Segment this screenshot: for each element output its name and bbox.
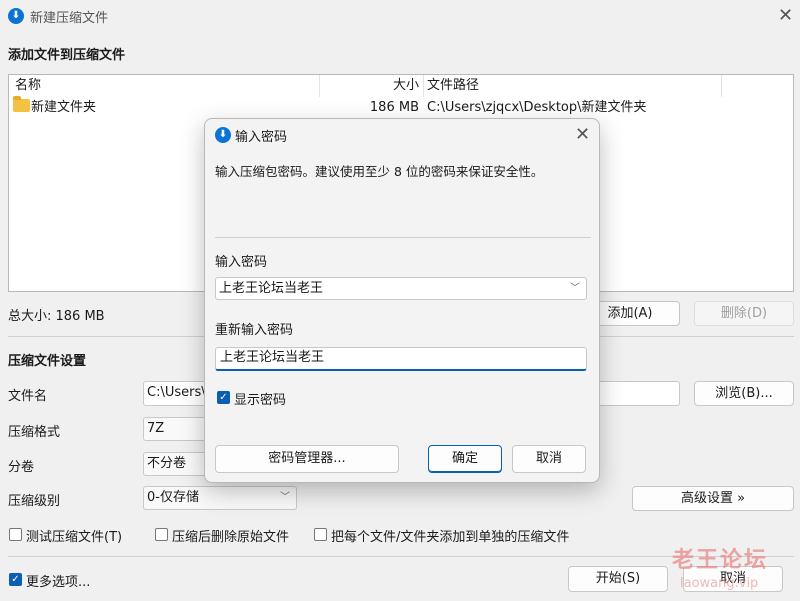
dialog-description: 输入压缩包密码。建议使用至少 8 位的密码来保证安全性。 [215, 164, 544, 179]
chevron-down-icon[interactable]: ﹀ [570, 278, 580, 299]
file-name: 新建文件夹 [31, 100, 97, 115]
level-value: 0-仅存储 [147, 490, 199, 505]
column-separator [423, 75, 424, 97]
column-header-name[interactable]: 名称 [15, 75, 41, 97]
level-label: 压缩级别 [8, 494, 61, 509]
confirm-password-label: 重新输入密码 [215, 323, 294, 338]
filename-label: 文件名 [8, 389, 48, 404]
test-archive-label[interactable]: 测试压缩文件(T) [26, 526, 122, 545]
column-header-path[interactable]: 文件路径 [427, 75, 479, 97]
files-section-title: 添加文件到压缩文件 [8, 48, 126, 63]
password-value: 上老王论坛当老王 [219, 281, 324, 296]
total-size: 总大小: 186 MB [8, 309, 105, 324]
check-icon: ✓ [219, 392, 228, 403]
password-input[interactable]: 上老王论坛当老王 ﹀ [215, 277, 587, 300]
delete-button[interactable]: 删除(D) [694, 301, 794, 326]
file-size: 186 MB [369, 100, 419, 115]
show-password-checkbox[interactable]: ✓ [217, 391, 230, 404]
title-bar: ⬇ 新建压缩文件 ✕ [0, 0, 800, 32]
password-dialog: ⬇ 输入密码 ✕ 输入压缩包密码。建议使用至少 8 位的密码来保证安全性。 输入… [204, 118, 600, 483]
test-archive-checkbox[interactable] [9, 528, 22, 541]
password-manager-button[interactable]: 密码管理器... [215, 445, 399, 473]
format-value: 7Z [147, 421, 165, 436]
chevron-down-icon: ﹀ [280, 492, 290, 503]
dialog-title: 输入密码 [235, 130, 288, 145]
delete-after-label[interactable]: 压缩后删除原始文件 [172, 526, 289, 545]
settings-section-title: 压缩文件设置 [8, 354, 87, 369]
advanced-settings-button[interactable]: 高级设置 » [632, 486, 794, 511]
format-label: 压缩格式 [8, 425, 61, 440]
check-icon: ✓ [11, 574, 20, 585]
watermark-url: laowang.vip [680, 576, 759, 591]
divider [215, 237, 591, 238]
confirm-password-input[interactable]: 上老王论坛当老王 [215, 347, 587, 371]
level-select[interactable]: 0-仅存储 ﹀ [143, 486, 297, 510]
more-options-checkbox[interactable]: ✓ [9, 573, 22, 586]
dialog-cancel-button[interactable]: 取消 [512, 445, 586, 473]
column-header-size[interactable]: 大小 [349, 75, 419, 97]
app-logo-icon: ⬇ [215, 127, 231, 143]
browse-button[interactable]: 浏览(B)... [694, 381, 794, 406]
separate-archives-checkbox[interactable] [314, 528, 327, 541]
start-button[interactable]: 开始(S) [568, 566, 668, 592]
close-icon[interactable]: ✕ [778, 7, 793, 25]
show-password-label[interactable]: 显示密码 [234, 389, 286, 408]
column-separator [319, 75, 320, 97]
table-row[interactable]: 新建文件夹 [13, 96, 97, 119]
delete-after-checkbox[interactable] [155, 528, 168, 541]
column-separator [721, 75, 722, 97]
folder-icon [13, 96, 30, 112]
split-label: 分卷 [8, 460, 35, 475]
more-options-label[interactable]: 更多选项... [26, 571, 90, 590]
app-logo-icon: ⬇ [8, 8, 24, 24]
password-label: 输入密码 [215, 255, 268, 270]
ok-button[interactable]: 确定 [428, 445, 502, 473]
split-value: 不分卷 [147, 456, 187, 471]
window-title: 新建压缩文件 [30, 11, 109, 26]
file-path: C:\Users\zjqcx\Desktop\新建文件夹 [427, 100, 647, 115]
close-icon[interactable]: ✕ [575, 126, 590, 144]
separate-archives-label[interactable]: 把每个文件/文件夹添加到单独的压缩文件 [331, 526, 569, 545]
watermark-text: 老王论坛 [672, 548, 769, 573]
